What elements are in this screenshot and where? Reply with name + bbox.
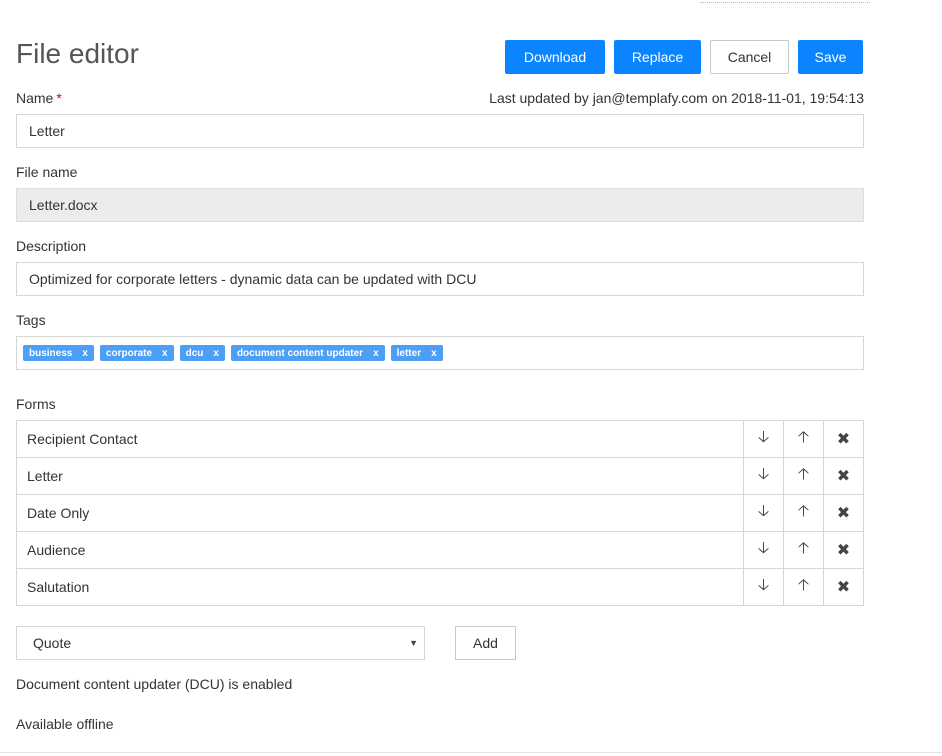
last-updated-text: Last updated by jan@templafy.com on 2018… <box>489 90 864 106</box>
tag-chip: corporate x <box>99 345 174 361</box>
name-label-text: Name <box>16 90 54 106</box>
arrow-down-icon[interactable]: 🡣 <box>743 421 783 457</box>
chevron-down-icon: ▼ <box>409 638 418 648</box>
name-input[interactable]: Letter <box>16 114 864 148</box>
dcu-status-text: Document content updater (DCU) is enable… <box>16 676 293 692</box>
file-name-field: Letter.docx <box>16 188 864 222</box>
cancel-button[interactable]: Cancel <box>710 40 789 74</box>
arrow-up-icon[interactable]: 🡡 <box>783 458 823 494</box>
tag-label: letter <box>396 347 422 359</box>
file-name-label: File name <box>16 164 78 180</box>
tags-label: Tags <box>16 312 46 328</box>
page-title: File editor <box>16 38 139 69</box>
tag-chip: document content updater x <box>230 345 385 361</box>
name-label: Name * <box>16 90 62 106</box>
name-input-value: Letter <box>29 123 65 139</box>
form-row: Salutation 🡣 🡡 ✖ <box>17 569 863 605</box>
form-row: Date Only 🡣 🡡 ✖ <box>17 495 863 532</box>
arrow-down-icon[interactable]: 🡣 <box>743 458 783 494</box>
tag-remove-button[interactable]: x <box>82 348 88 359</box>
required-marker: * <box>56 90 62 106</box>
form-name: Salutation <box>27 579 90 595</box>
download-button[interactable]: Download <box>505 40 605 74</box>
tag-remove-button[interactable]: x <box>213 348 219 359</box>
form-name: Recipient Contact <box>27 431 138 447</box>
close-icon[interactable]: ✖ <box>823 532 863 568</box>
replace-button[interactable]: Replace <box>614 40 701 74</box>
form-select[interactable]: Quote ▼ <box>16 626 425 660</box>
arrow-up-icon[interactable]: 🡡 <box>783 421 823 457</box>
close-icon[interactable]: ✖ <box>823 569 863 605</box>
arrow-up-icon[interactable]: 🡡 <box>783 569 823 605</box>
tag-label: business <box>29 347 73 359</box>
close-icon[interactable]: ✖ <box>823 495 863 531</box>
description-input-value: Optimized for corporate letters - dynami… <box>29 271 477 287</box>
description-input[interactable]: Optimized for corporate letters - dynami… <box>16 262 864 296</box>
arrow-up-icon[interactable]: 🡡 <box>783 495 823 531</box>
description-label: Description <box>16 238 87 254</box>
tag-chip: letter x <box>390 345 443 361</box>
tag-remove-button[interactable]: x <box>431 348 437 359</box>
tag-label: document content updater <box>236 347 364 359</box>
close-icon[interactable]: ✖ <box>823 458 863 494</box>
form-row: Letter 🡣 🡡 ✖ <box>17 458 863 495</box>
top-edge-fragment <box>700 0 870 3</box>
file-name-value: Letter.docx <box>29 197 98 213</box>
add-form-button[interactable]: Add <box>455 626 516 660</box>
tag-label: dcu <box>185 347 204 359</box>
forms-table: Recipient Contact 🡣 🡡 ✖ Letter 🡣 🡡 ✖ Dat… <box>16 420 864 606</box>
form-name: Audience <box>27 542 86 558</box>
tags-input[interactable]: business x corporate x dcu x document conte… <box>16 336 864 370</box>
save-button[interactable]: Save <box>798 40 863 74</box>
form-select-value: Quote <box>33 635 72 651</box>
form-row: Recipient Contact 🡣 🡡 ✖ <box>17 421 863 458</box>
close-icon[interactable]: ✖ <box>823 421 863 457</box>
arrow-down-icon[interactable]: 🡣 <box>743 532 783 568</box>
form-name: Date Only <box>27 505 90 521</box>
tag-label: corporate <box>105 347 153 359</box>
tag-remove-button[interactable]: x <box>162 348 168 359</box>
form-row: Audience 🡣 🡡 ✖ <box>17 532 863 569</box>
arrow-down-icon[interactable]: 🡣 <box>743 495 783 531</box>
tag-chip: business x <box>23 345 94 361</box>
offline-label: Available offline <box>16 716 114 732</box>
form-name: Letter <box>27 468 63 484</box>
tag-chip: dcu x <box>179 345 225 361</box>
forms-label: Forms <box>16 396 56 412</box>
arrow-down-icon[interactable]: 🡣 <box>743 569 783 605</box>
arrow-up-icon[interactable]: 🡡 <box>783 532 823 568</box>
tag-remove-button[interactable]: x <box>373 348 379 359</box>
divider <box>0 752 942 753</box>
